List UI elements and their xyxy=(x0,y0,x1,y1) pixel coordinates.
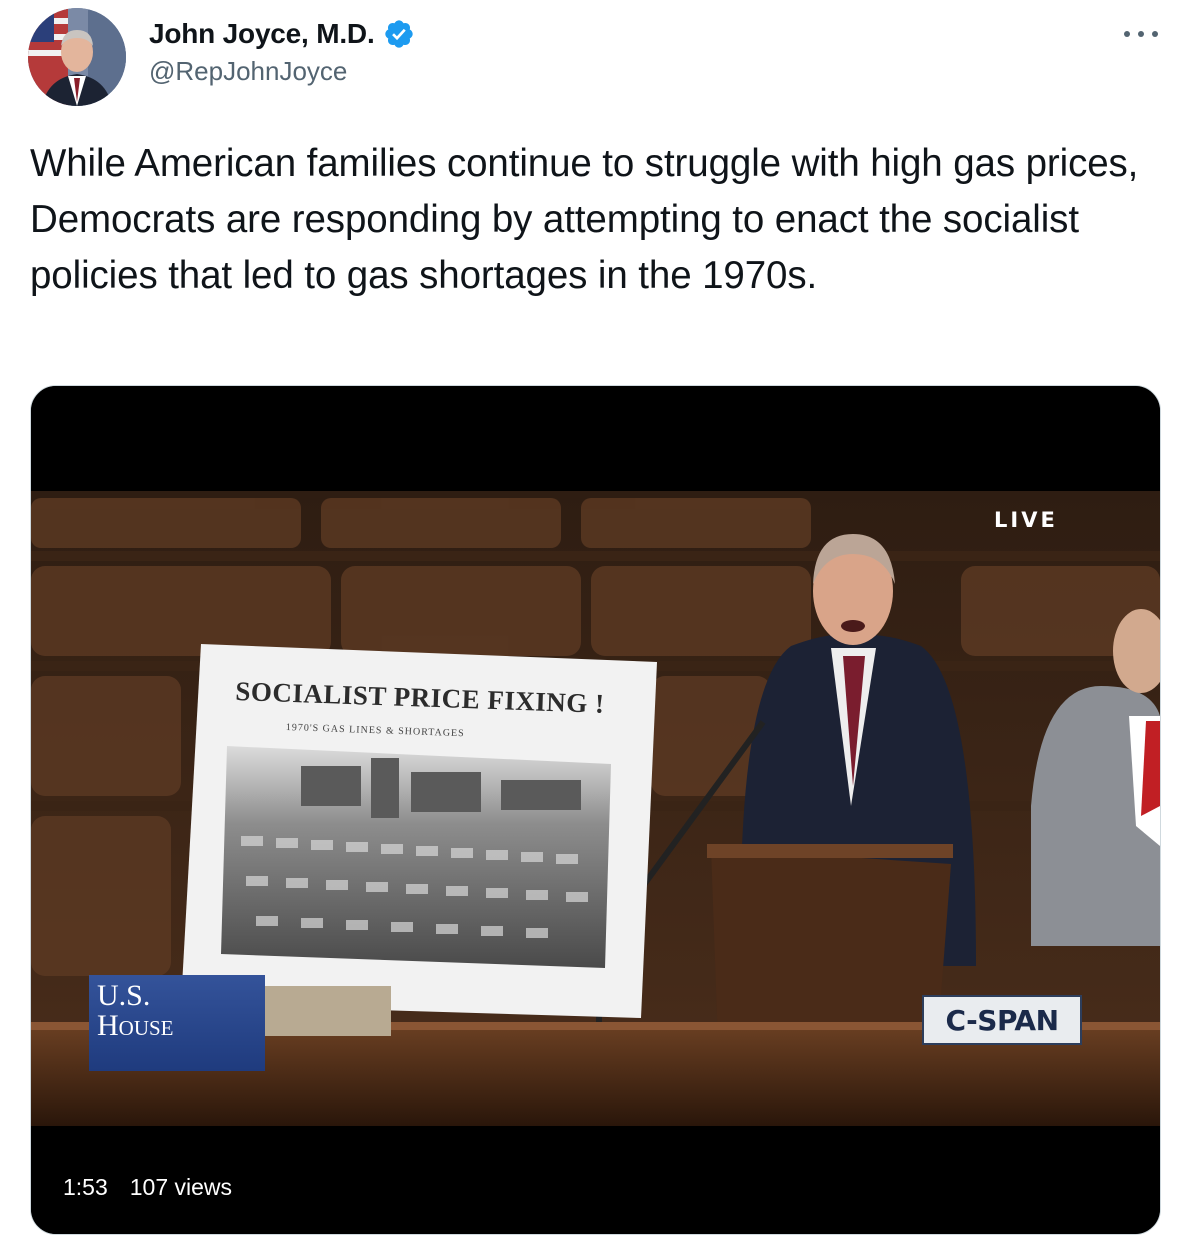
tweet-card[interactable]: John Joyce, M.D. @RepJohnJoyce While Ame… xyxy=(0,0,1188,1254)
handle[interactable]: @RepJohnJoyce xyxy=(149,56,415,87)
video-meta: 1:53 107 views xyxy=(63,1174,232,1201)
more-options-icon[interactable] xyxy=(1124,22,1158,46)
house-logo-line2: House xyxy=(97,1009,174,1042)
video-duration: 1:53 xyxy=(63,1174,108,1200)
more-dot xyxy=(1124,31,1130,37)
video-player[interactable]: SOCIALIST PRICE FIXING ! 1970'S GAS LINE… xyxy=(30,385,1161,1235)
more-dot xyxy=(1152,31,1158,37)
profile-photo-icon xyxy=(28,8,126,106)
verified-badge-icon xyxy=(384,20,413,48)
house-logo-line1: U.S. xyxy=(97,979,151,1012)
avatar[interactable] xyxy=(28,8,126,106)
more-dot xyxy=(1138,31,1144,37)
cspan-logo: C-SPAN xyxy=(922,995,1082,1045)
display-name[interactable]: John Joyce, M.D. xyxy=(149,18,375,50)
video-views: 107 views xyxy=(129,1174,233,1200)
video-frame xyxy=(31,386,1160,1234)
tweet-text: While American families continue to stru… xyxy=(30,142,1139,297)
author-block[interactable]: John Joyce, M.D. @RepJohnJoyce xyxy=(149,14,415,87)
live-badge: LIVE xyxy=(994,508,1058,532)
us-house-logo: U.S. House xyxy=(89,975,265,1071)
